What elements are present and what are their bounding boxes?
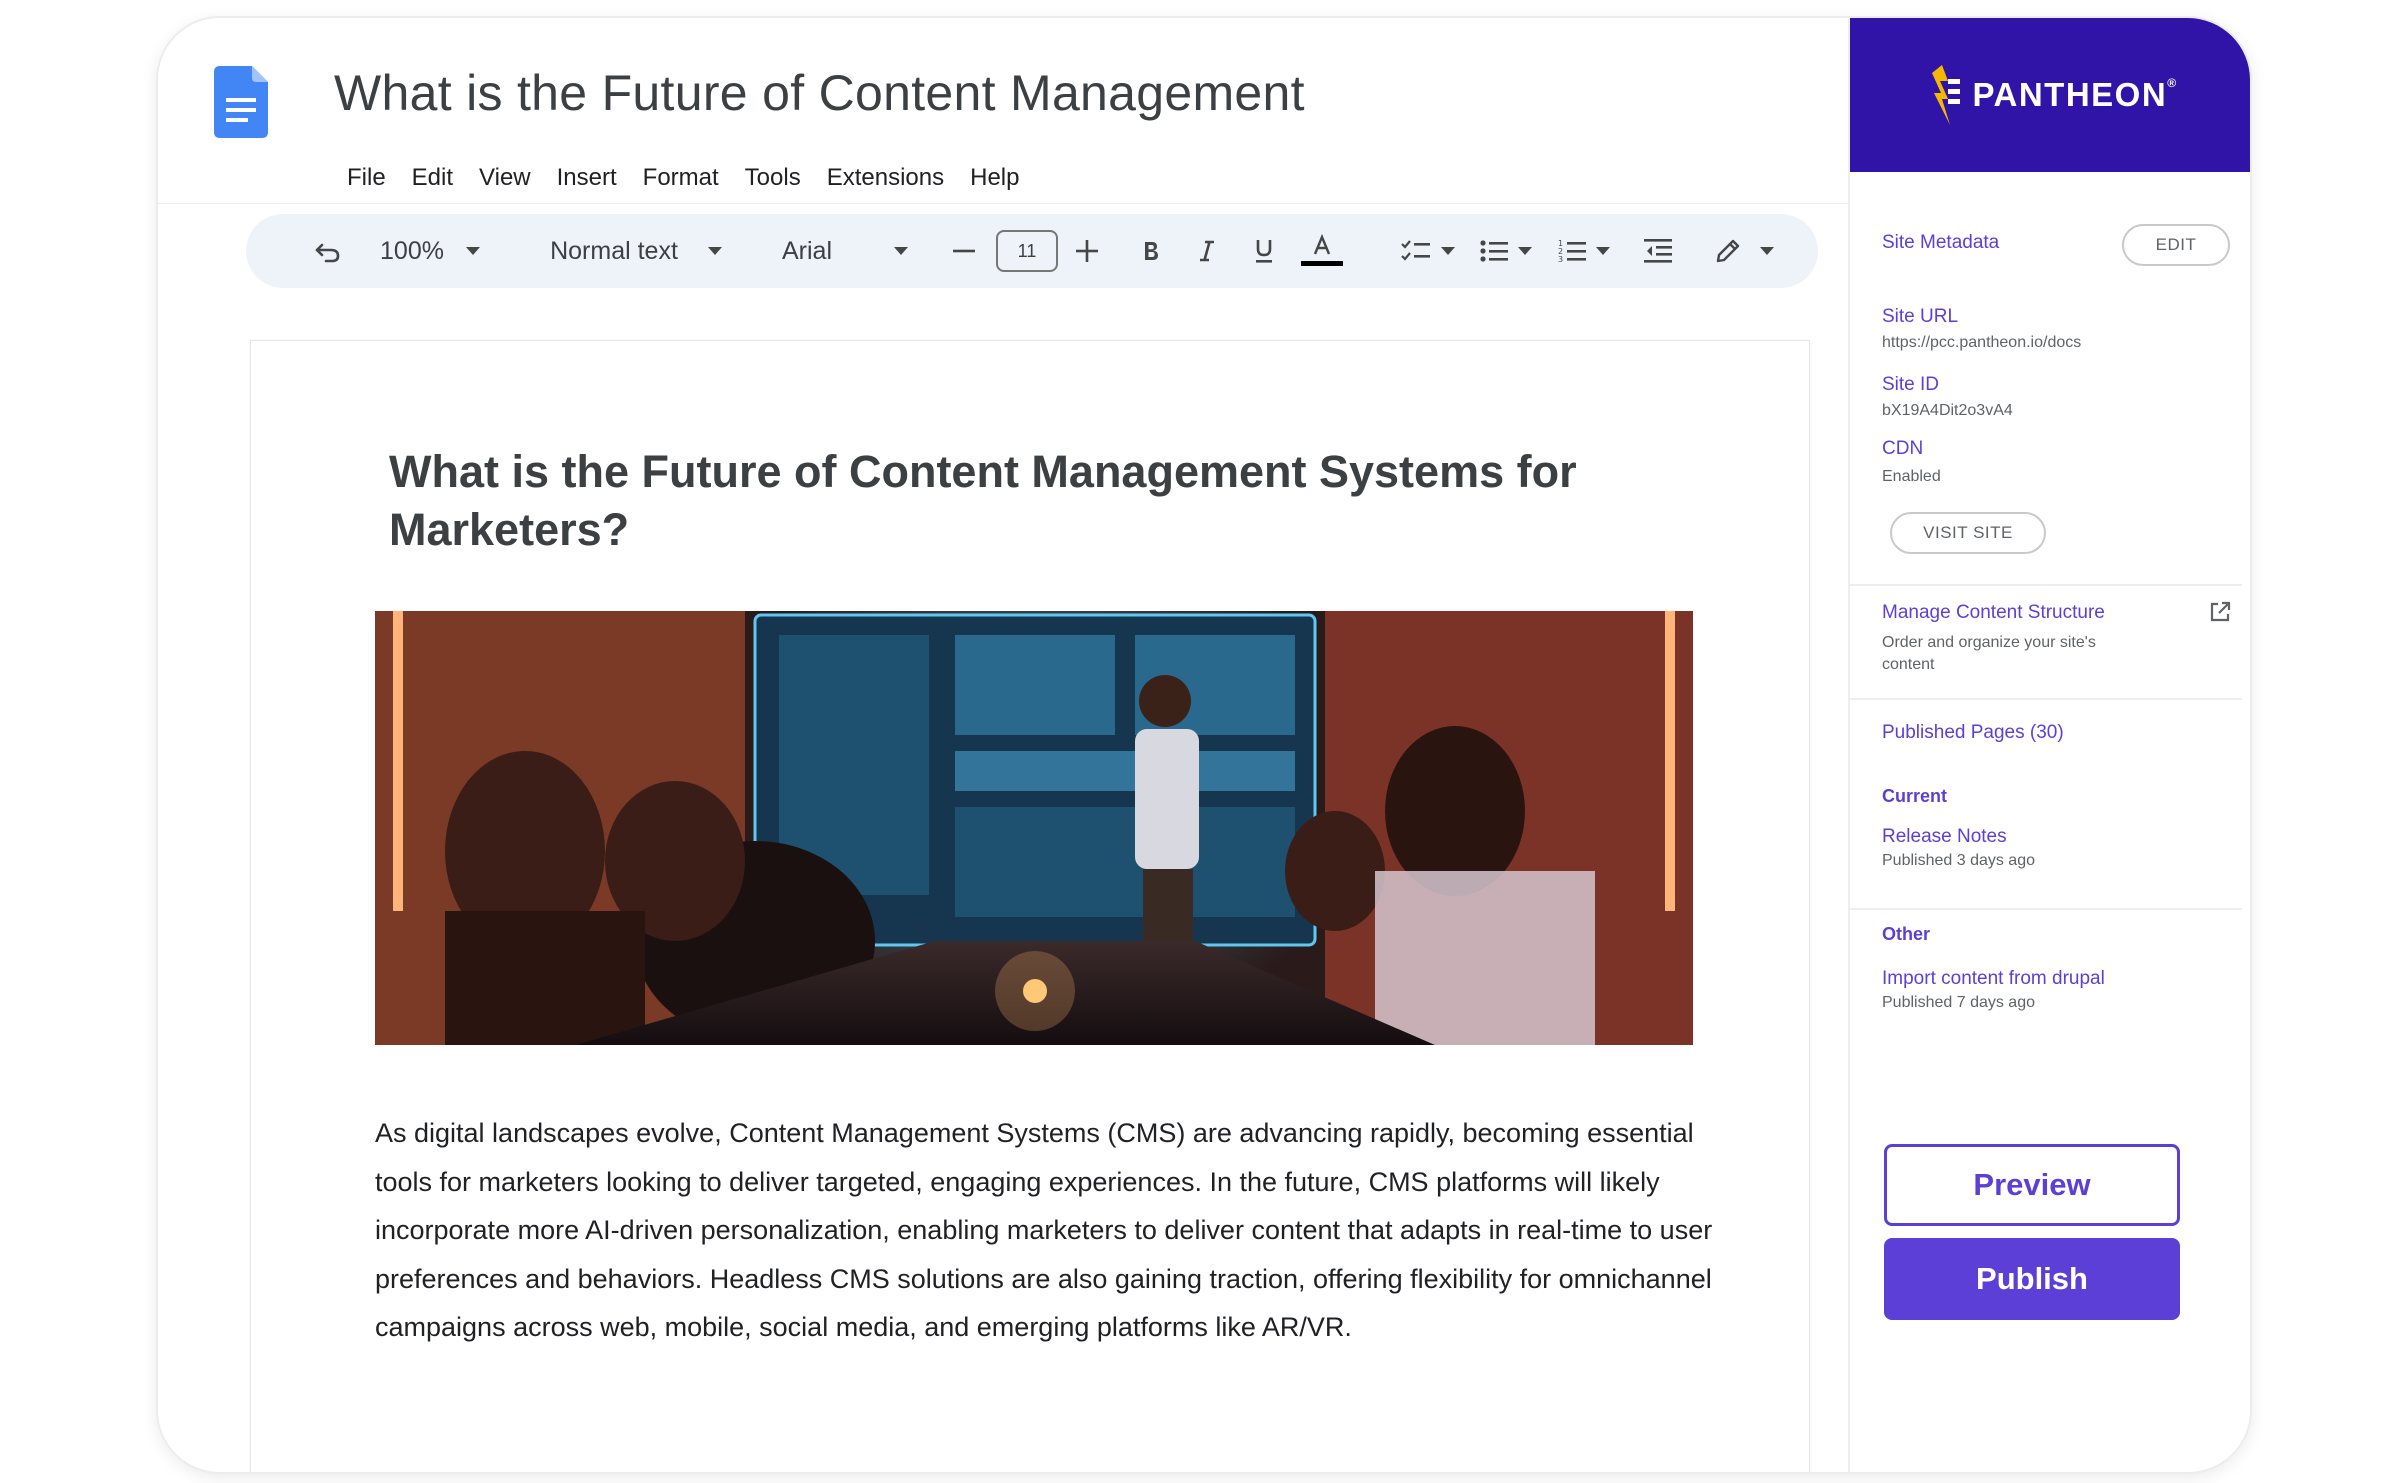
divider xyxy=(1850,584,2242,586)
editing-mode-button[interactable] xyxy=(1706,214,1782,288)
manage-content-description: Order and organize your site's xyxy=(1882,634,2096,651)
underline-button[interactable] xyxy=(1246,214,1282,288)
document-title[interactable]: What is the Future of Content Management xyxy=(334,64,1305,122)
current-page-meta: Published 3 days ago xyxy=(1882,852,2035,869)
menu-help[interactable]: Help xyxy=(957,158,1032,198)
paragraph-style-select[interactable]: Normal text xyxy=(536,214,736,288)
menu-view[interactable]: View xyxy=(466,158,544,198)
menu-extensions[interactable]: Extensions xyxy=(814,158,957,198)
pantheon-logo-icon xyxy=(1932,65,1961,125)
pantheon-brand: PANTHEON® xyxy=(1972,76,2177,114)
app-window: What is the Future of Content Management… xyxy=(156,16,2252,1474)
other-section-label: Other xyxy=(1882,924,1931,944)
increase-font-size-button[interactable] xyxy=(1072,214,1102,288)
pantheon-header: PANTHEON® xyxy=(1850,18,2250,172)
font-family-value: Arial xyxy=(781,236,832,265)
brand-name: PANTHEON xyxy=(1972,76,2168,113)
menu-insert[interactable]: Insert xyxy=(544,158,630,198)
paragraph-style-value: Normal text xyxy=(550,236,678,265)
font-size-input[interactable]: 11 xyxy=(996,230,1058,272)
docs-header: What is the Future of Content Management… xyxy=(158,18,1848,204)
numbered-list-icon: 123 xyxy=(1558,239,1586,264)
bulleted-list-icon xyxy=(1480,240,1508,262)
checklist-icon xyxy=(1401,240,1430,261)
site-id-label: Site ID xyxy=(1882,374,1940,395)
text-color-button[interactable] xyxy=(1300,214,1344,288)
chevron-down-icon xyxy=(1760,247,1774,255)
other-page-meta: Published 7 days ago xyxy=(1882,994,2035,1011)
site-url-label: Site URL xyxy=(1882,306,1959,327)
underline-icon xyxy=(1256,240,1272,263)
menu-format[interactable]: Format xyxy=(630,158,732,198)
current-section-label: Current xyxy=(1882,786,1948,806)
current-page-link[interactable]: Release Notes xyxy=(1882,826,2007,848)
site-url-value: https://pcc.pantheon.io/docs xyxy=(1882,334,2082,351)
minus-icon xyxy=(953,249,975,253)
text-color-icon xyxy=(1301,234,1343,266)
other-page-link[interactable]: Import content from drupal xyxy=(1882,968,2105,990)
chevron-down-icon xyxy=(707,247,722,255)
zoom-select[interactable]: 100% xyxy=(370,214,490,288)
chevron-down-icon xyxy=(894,247,908,255)
numbered-list-button[interactable]: 123 xyxy=(1552,214,1616,288)
document-heading[interactable]: What is the Future of Content Management… xyxy=(389,443,1589,559)
plus-icon xyxy=(1076,240,1098,262)
hero-image[interactable] xyxy=(375,611,1693,1045)
manage-content-description-2: content xyxy=(1882,656,1935,673)
zoom-value: 100% xyxy=(380,236,444,265)
menu-tools[interactable]: Tools xyxy=(732,158,814,198)
edit-metadata-button[interactable]: EDIT xyxy=(2122,224,2230,266)
meeting-illustration xyxy=(375,611,1693,1045)
checklist-button[interactable] xyxy=(1396,214,1460,288)
preview-button[interactable]: Preview xyxy=(1884,1144,2180,1226)
external-link-icon[interactable] xyxy=(2208,600,2232,624)
manage-content-structure-link[interactable]: Manage Content Structure xyxy=(1882,602,2105,624)
bold-icon xyxy=(1145,242,1158,260)
document-page[interactable]: What is the Future of Content Management… xyxy=(250,340,1810,1472)
italic-icon xyxy=(1200,240,1214,262)
undo-button[interactable] xyxy=(306,214,350,288)
menu-file[interactable]: File xyxy=(334,158,399,198)
cdn-value: Enabled xyxy=(1882,468,1941,485)
menu-bar: File Edit View Insert Format Tools Exten… xyxy=(334,158,1032,198)
cdn-label: CDN xyxy=(1882,438,1924,459)
formatting-toolbar: 100% Normal text Arial 11 1 2 3 xyxy=(246,214,1818,288)
decrease-indent-icon xyxy=(1644,239,1672,263)
svg-text:3: 3 xyxy=(1558,255,1563,264)
bulleted-list-button[interactable] xyxy=(1474,214,1538,288)
site-metadata-label: Site Metadata xyxy=(1882,232,2000,253)
undo-icon xyxy=(315,243,340,263)
visit-site-button[interactable]: VISIT SITE xyxy=(1890,512,2046,554)
font-family-select[interactable]: Arial xyxy=(770,214,920,288)
decrease-indent-button[interactable] xyxy=(1640,214,1676,288)
docs-editor: What is the Future of Content Management… xyxy=(158,18,1848,1472)
bold-button[interactable] xyxy=(1134,214,1168,288)
docs-logo-icon[interactable] xyxy=(214,66,268,138)
document-body[interactable]: As digital landscapes evolve, Content Ma… xyxy=(375,1109,1715,1352)
published-pages-label[interactable]: Published Pages (30) xyxy=(1882,722,2064,744)
brand-trademark: ® xyxy=(2167,76,2178,90)
publish-button[interactable]: Publish xyxy=(1884,1238,2180,1320)
menu-edit[interactable]: Edit xyxy=(399,158,466,198)
decrease-font-size-button[interactable] xyxy=(950,214,978,288)
chevron-down-icon xyxy=(1518,247,1532,255)
divider xyxy=(1850,698,2242,700)
pencil-icon xyxy=(1716,239,1740,263)
chevron-down-icon xyxy=(1596,247,1610,255)
divider xyxy=(1850,908,2242,910)
site-id-value: bX19A4Dit2o3vA4 xyxy=(1882,402,2013,419)
italic-button[interactable] xyxy=(1190,214,1224,288)
chevron-down-icon xyxy=(465,247,480,255)
pantheon-side-panel: PANTHEON® Site Metadata EDIT Site URL ht… xyxy=(1848,18,2250,1472)
chevron-down-icon xyxy=(1441,247,1455,255)
